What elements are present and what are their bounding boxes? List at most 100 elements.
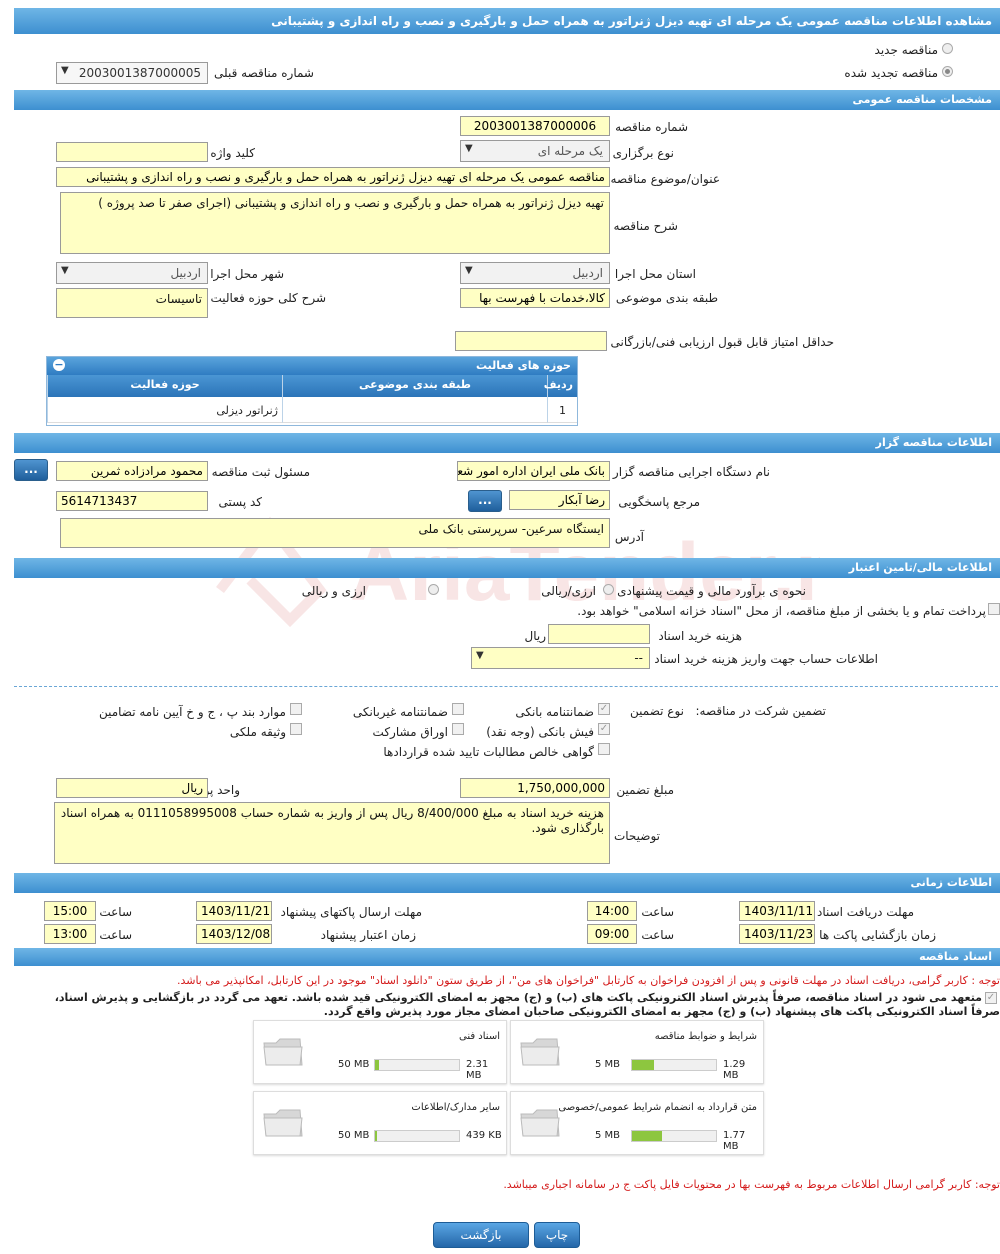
option-bank-guarantee-checkbox[interactable]: ✓ — [598, 703, 610, 715]
currency-field[interactable]: ریال — [56, 778, 208, 798]
option-clauses-checkbox[interactable] — [290, 703, 302, 715]
commitment-checkbox[interactable]: ✓ — [985, 992, 997, 1004]
chevron-down-icon: ▼ — [465, 265, 473, 276]
document-max-size: 5 MB — [595, 1130, 621, 1141]
activity-grid-title: حوزه های فعالیت — [476, 359, 571, 372]
reference-field[interactable]: رضا آبکار — [509, 490, 610, 510]
chevron-down-icon: ▼ — [61, 65, 69, 76]
postal-code-field[interactable]: 5614713437 — [56, 491, 208, 511]
option-nonbank-guarantee-label: ضمانتنامه غیربانکی — [352, 705, 448, 719]
document-max-size: 50 MB — [338, 1130, 370, 1141]
opening-time-field[interactable]: 09:00 — [587, 924, 637, 944]
receive-time-field[interactable]: 14:00 — [587, 901, 637, 921]
doc-fee-field[interactable] — [548, 624, 650, 644]
renewed-tender-radio[interactable] — [942, 66, 953, 77]
option-property-collateral-label: وثیقه ملکی — [229, 725, 286, 739]
option-bank-slip-checkbox[interactable]: ✓ — [598, 723, 610, 735]
receive-time-label: ساعت — [641, 905, 674, 919]
postal-code-label: کد پستی — [218, 495, 263, 509]
document-current-size: 2.31 MB — [466, 1059, 489, 1081]
activity-grid-columns: ردیف طبقه بندی موضوعی حوزه فعالیت — [47, 375, 577, 397]
column-header-activity[interactable]: حوزه فعالیت — [47, 375, 282, 397]
opening-date-field[interactable]: 1403/11/23 — [739, 924, 815, 944]
send-time-field[interactable]: 15:00 — [44, 901, 96, 921]
document-size-bar — [374, 1059, 460, 1071]
documents-section-header: اسناد مناقصه — [14, 948, 1000, 966]
divider — [14, 686, 998, 687]
document-card[interactable]: اسناد فنی 2.31 MB 50 MB — [253, 1020, 507, 1084]
general-section-header: مشخصات مناقصه عمومی — [14, 90, 1000, 110]
option-nonbank-guarantee-checkbox[interactable] — [452, 703, 464, 715]
document-card[interactable]: متن قرارداد به انضمام شرایط عمومی/خصوصی … — [510, 1091, 764, 1155]
category-field[interactable]: کالا،خدمات با فهرست بها — [460, 288, 610, 308]
activity-grid-header: − حوزه های فعالیت — [47, 357, 577, 375]
finance-section-header: اطلاعات مالی/تامین اعتبار — [14, 558, 1000, 578]
agency-field[interactable]: بانک ملی ایران اداره امور شعب — [457, 461, 610, 481]
option-claims-certificate-label: گواهی خالص مطالبات تایید شده قراردادها — [383, 745, 594, 759]
back-button[interactable]: بازگشت — [433, 1222, 529, 1248]
registrar-lookup-button[interactable]: ... — [14, 459, 48, 481]
option-clauses-label: موارد بند پ ، ج و خ آیین نامه تضامین — [98, 705, 286, 719]
option-participation-bonds-checkbox[interactable] — [452, 723, 464, 735]
timing-section-header: اطلاعات زمانی — [14, 873, 1000, 893]
guarantee-amount-field[interactable]: 1,750,000,000 — [460, 778, 610, 798]
commitment-text-2: صرفاً اسناد الکترونیکی پاکت های پیشنهاد … — [323, 1005, 1000, 1018]
description-field[interactable]: تهیه دیزل ژنراتور به همراه حمل و بارگیری… — [60, 192, 610, 254]
new-tender-radio[interactable] — [942, 43, 953, 54]
chevron-down-icon: ▼ — [476, 650, 484, 661]
document-current-size: 439 KB — [466, 1130, 502, 1141]
folder-icon — [520, 1109, 560, 1137]
min-score-field[interactable] — [455, 331, 607, 351]
organizer-section-header: اطلاعات مناقصه گزار — [14, 433, 1000, 453]
column-header-category[interactable]: طبقه بندی موضوعی — [282, 375, 547, 397]
collapse-icon[interactable]: − — [53, 359, 65, 371]
account-select[interactable]: -- ▼ — [471, 647, 650, 669]
receive-date-field[interactable]: 1403/11/11 — [739, 901, 815, 921]
column-header-row[interactable]: ردیف — [544, 375, 577, 397]
validity-time-field[interactable]: 13:00 — [44, 924, 96, 944]
document-size-fill — [375, 1131, 377, 1141]
keyword-field[interactable] — [56, 142, 208, 162]
activity-desc-field[interactable]: تاسیسات — [56, 288, 208, 318]
prev-number-select[interactable]: 2003001387000005 ▼ — [56, 62, 208, 84]
min-score-label: حداقل امتیاز قابل قبول ارزیابی فنی/بازرگ… — [610, 335, 834, 349]
document-card[interactable]: شرایط و ضوابط مناقصه 1.29 MB 5 MB — [510, 1020, 764, 1084]
print-button[interactable]: چاپ — [534, 1222, 580, 1248]
option-participation-bonds-label: اوراق مشارکت — [372, 725, 448, 739]
chevron-down-icon: ▼ — [465, 143, 473, 154]
document-max-size: 5 MB — [595, 1059, 621, 1070]
notes-field[interactable]: هزینه خرید اسناد به مبلغ 8/400/000 ریال … — [54, 802, 610, 864]
city-select[interactable]: اردبیل ▼ — [56, 262, 208, 284]
document-size-bar — [631, 1130, 717, 1142]
folder-icon — [520, 1038, 560, 1066]
option-claims-certificate-checkbox[interactable] — [598, 743, 610, 755]
option-property-collateral-checkbox[interactable] — [290, 723, 302, 735]
new-tender-label: مناقصه جدید — [874, 43, 938, 57]
reference-lookup-button[interactable]: ... — [468, 490, 502, 512]
estimate-label: نحوه ی برآورد مالی و قیمت پیشنهادی — [617, 584, 806, 598]
tender-number-field[interactable]: 2003001387000006 — [460, 116, 610, 136]
title-field[interactable]: مناقصه عمومی یک مرحله ای تهیه دیزل ژنرات… — [56, 167, 610, 187]
document-card[interactable]: سایر مدارک/اطلاعات 439 KB 50 MB — [253, 1091, 507, 1155]
activity-grid: − حوزه های فعالیت ردیف طبقه بندی موضوعی … — [46, 356, 578, 426]
guarantee-type-label: نوع تضمین — [630, 704, 684, 718]
registrar-field[interactable]: محمود مرادزاده ثمرین — [56, 461, 208, 481]
estimate-option-1-label: ارزی/ریالی — [541, 584, 596, 598]
holding-type-select[interactable]: یک مرحله ای ▼ — [460, 140, 610, 162]
estimate-option-1-radio[interactable] — [603, 584, 614, 595]
estimate-option-2-radio[interactable] — [428, 584, 439, 595]
cell-activity: ژنراتور دیزلی — [47, 397, 282, 423]
documents-note: توجه : کاربر گرامی، دریافت اسناد در مهلت… — [176, 974, 1000, 987]
address-field[interactable]: ایستگاه سرعین- سرپرستی بانک ملی — [60, 518, 610, 548]
validity-label: زمان اعتبار پیشنهاد — [320, 928, 416, 942]
holding-type-value: یک مرحله ای — [537, 144, 603, 158]
validity-date-field[interactable]: 1403/12/08 — [196, 924, 272, 944]
province-select[interactable]: اردبیل ▼ — [460, 262, 610, 284]
send-date-field[interactable]: 1403/11/21 — [196, 901, 272, 921]
treasury-checkbox[interactable] — [988, 603, 1000, 615]
activity-desc-label: شرح کلی حوزه فعالیت — [210, 291, 327, 305]
receive-deadline-label: مهلت دریافت اسناد — [816, 905, 914, 919]
document-max-size: 50 MB — [338, 1059, 370, 1070]
account-value: -- — [634, 651, 643, 665]
doc-fee-unit: ریال — [524, 629, 546, 643]
